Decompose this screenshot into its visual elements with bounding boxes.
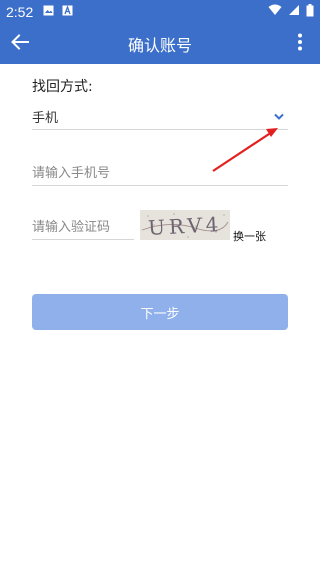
wifi-icon <box>268 4 282 20</box>
status-bar: 2:52 <box>0 0 320 24</box>
phone-input[interactable]: 请输入手机号 <box>32 158 288 186</box>
status-time: 2:52 <box>6 4 34 20</box>
more-vert-icon <box>297 33 303 55</box>
captcha-placeholder: 请输入验证码 <box>32 220 111 235</box>
captcha-input[interactable]: 请输入验证码 <box>32 212 134 240</box>
recovery-method-value: 手机 <box>32 111 59 126</box>
recovery-method-label: 找回方式: <box>32 79 93 95</box>
app-bar: 确认账号 <box>0 24 320 64</box>
recovery-method-select[interactable]: 手机 <box>32 104 288 130</box>
battery-icon <box>306 3 314 21</box>
arrow-left-icon <box>11 34 29 54</box>
phone-placeholder: 请输入手机号 <box>32 166 111 181</box>
a-icon <box>62 4 73 20</box>
signal-icon <box>288 4 300 20</box>
more-options-button[interactable] <box>286 24 314 64</box>
chevron-down-icon[interactable] <box>274 113 284 120</box>
image-icon <box>43 5 54 20</box>
refresh-captcha-link[interactable]: 换一张 <box>233 228 266 244</box>
next-step-button[interactable]: 下一步 <box>32 294 288 330</box>
back-button[interactable] <box>0 24 40 64</box>
captcha-text: URV4 <box>147 212 223 240</box>
page-title: 确认账号 <box>127 36 192 55</box>
captcha-image[interactable]: URV4 <box>140 210 230 240</box>
